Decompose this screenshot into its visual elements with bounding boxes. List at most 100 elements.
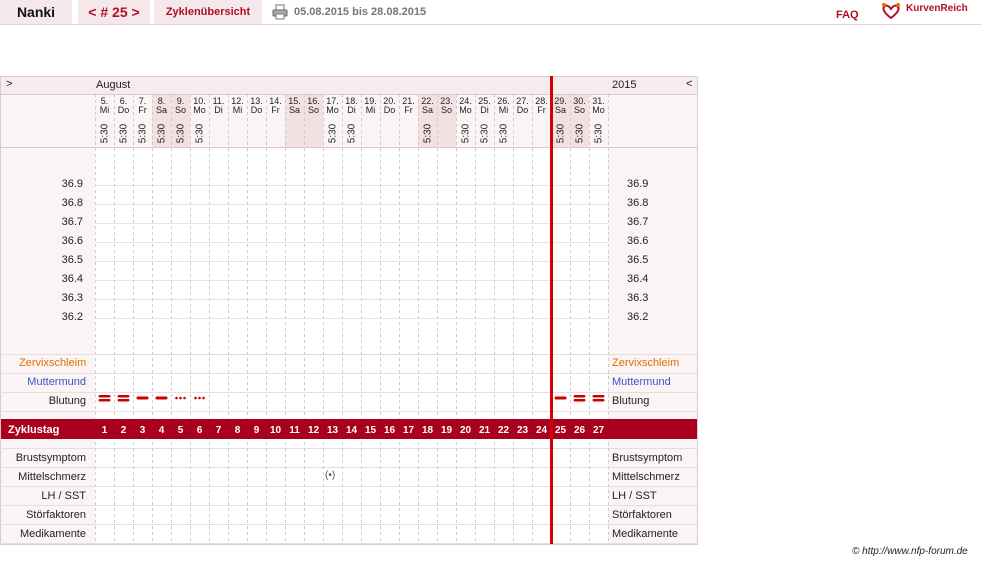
row-label-right-mittelschmerz: Mittelschmerz xyxy=(612,471,680,483)
bleeding-mark xyxy=(183,396,186,400)
weekday-label: Fr xyxy=(404,105,413,115)
cycle-day-number: 6 xyxy=(196,425,203,436)
temperature-tick-right: 36.8 xyxy=(627,197,649,209)
row-label-right-stoerfaktoren: Störfaktoren xyxy=(612,509,672,521)
cycle-day-number: 23 xyxy=(516,425,529,436)
row-label-right-brustsymptom: Brustsymptom xyxy=(612,452,683,464)
copyright: © http://www.nfp-forum.de xyxy=(852,546,968,557)
row-label-zyklustag: Zyklustag xyxy=(8,424,60,436)
measurement-time: 5:30 xyxy=(194,123,206,144)
measurement-time: 5:30 xyxy=(327,123,339,144)
temperature-tick: 36.6 xyxy=(61,235,83,247)
bleeding-mark xyxy=(98,395,111,398)
bleeding-mark xyxy=(198,396,201,400)
bleeding-mark xyxy=(136,396,149,400)
mittelschmerz-mark[interactable]: (•) xyxy=(325,470,335,481)
temperature-tick: 36.4 xyxy=(61,273,83,285)
weekday-label: Do xyxy=(250,105,263,115)
row-label-lh-sst: LH / SST xyxy=(41,490,86,502)
bleeding-mark xyxy=(155,396,168,400)
measurement-time: 5:30 xyxy=(99,123,111,144)
row-label-mittelschmerz: Mittelschmerz xyxy=(18,471,86,483)
weekday-label: Sa xyxy=(155,105,167,115)
measurement-time: 5:30 xyxy=(346,123,358,144)
cycle-day-number: 20 xyxy=(459,425,472,436)
bleeding-mark xyxy=(202,396,205,400)
bleeding-mark xyxy=(194,396,197,400)
cycle-day-number: 5 xyxy=(177,425,184,436)
nav-prev-button[interactable]: > xyxy=(6,78,12,90)
weekday-label: Di xyxy=(214,105,223,115)
cycle-day-number: 9 xyxy=(253,425,260,436)
cycle-day-number: 22 xyxy=(497,425,510,436)
weekday-label: Do xyxy=(516,105,529,115)
row-label-right-blutung: Blutung xyxy=(612,395,650,407)
weekday-label: Do xyxy=(117,105,130,115)
cycle-chart xyxy=(0,76,698,545)
weekday-label: Do xyxy=(383,105,396,115)
bleeding-mark xyxy=(573,395,586,398)
cycle-day-number: 4 xyxy=(158,425,165,436)
measurement-time: 5:30 xyxy=(498,123,510,144)
measurement-time: 5:30 xyxy=(479,123,491,144)
row-label-blutung: Blutung xyxy=(48,395,86,407)
weekday-label: Mo xyxy=(459,105,472,115)
month-label: August xyxy=(96,79,131,91)
cycle-day-number: 13 xyxy=(326,425,339,436)
weekday-label: Di xyxy=(480,105,489,115)
temperature-tick: 36.7 xyxy=(61,216,83,228)
cycle-day-number: 16 xyxy=(383,425,396,436)
temperature-tick: 36.2 xyxy=(61,311,83,323)
year-label: 2015 xyxy=(612,79,637,91)
weekday-label: Fr xyxy=(271,105,280,115)
weekday-label: So xyxy=(174,105,186,115)
weekday-label: Mo xyxy=(326,105,339,115)
temperature-tick-right: 36.2 xyxy=(627,311,649,323)
cycle-day-number: 17 xyxy=(402,425,415,436)
cycle-day-number: 3 xyxy=(139,425,146,436)
cycle-day-number: 21 xyxy=(478,425,491,436)
cycle-day-number: 27 xyxy=(592,425,605,436)
nav-next-button[interactable]: < xyxy=(686,78,692,90)
row-label-stoerfaktoren: Störfaktoren xyxy=(26,509,86,521)
bleeding-mark xyxy=(179,396,182,400)
bleeding-mark xyxy=(592,395,605,398)
bleeding-mark xyxy=(117,399,130,402)
bleeding-mark xyxy=(573,399,586,402)
row-label-muttermund: Muttermund xyxy=(27,376,86,388)
temperature-tick-right: 36.3 xyxy=(627,292,649,304)
cycle-day-number: 11 xyxy=(289,425,300,436)
row-label-right-zervixschleim: Zervixschleim xyxy=(612,357,680,369)
cycle-day-number: 7 xyxy=(215,425,222,436)
measurement-time: 5:30 xyxy=(555,123,567,144)
temperature-tick-right: 36.7 xyxy=(627,216,649,228)
measurement-time: 5:30 xyxy=(574,123,586,144)
cycle-day-number: 1 xyxy=(101,425,108,436)
cycle-day-number: 15 xyxy=(364,425,377,436)
row-label-brustsymptom: Brustsymptom xyxy=(15,452,86,464)
weekday-label: Mi xyxy=(99,105,110,115)
weekday-label: So xyxy=(307,105,319,115)
cycle-day-number: 25 xyxy=(554,425,567,436)
temperature-tick: 36.5 xyxy=(61,254,83,266)
weekday-label: Mo xyxy=(193,105,206,115)
cycle-day-number: 8 xyxy=(234,425,241,436)
measurement-time: 5:30 xyxy=(118,123,130,144)
weekday-label: Fr xyxy=(138,105,147,115)
weekday-label: Sa xyxy=(421,105,433,115)
weekday-label: Mi xyxy=(232,105,243,115)
temperature-tick-right: 36.4 xyxy=(627,273,649,285)
weekday-label: Mo xyxy=(592,105,605,115)
temperature-tick: 36.3 xyxy=(61,292,83,304)
measurement-time: 5:30 xyxy=(156,123,168,144)
measurement-time: 5:30 xyxy=(593,123,605,144)
weekday-label: Sa xyxy=(554,105,566,115)
row-label-right-lh-sst: LH / SST xyxy=(612,490,657,502)
bleeding-mark xyxy=(98,399,111,402)
bleeding-mark xyxy=(592,399,605,402)
cycle-day-number: 10 xyxy=(269,425,282,436)
bleeding-mark xyxy=(175,396,178,400)
weekday-label: So xyxy=(440,105,452,115)
row-label-right-muttermund: Muttermund xyxy=(612,376,671,388)
measurement-time: 5:30 xyxy=(175,123,187,144)
